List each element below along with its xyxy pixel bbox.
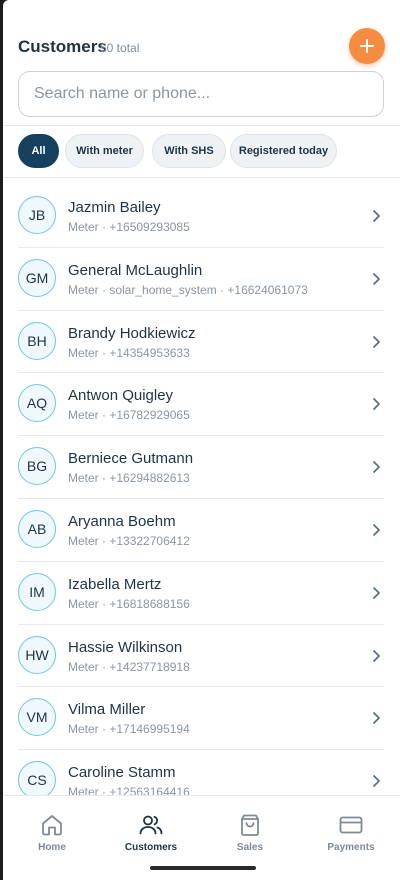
header: Customers 50 total <box>3 0 400 126</box>
avatar: IM <box>18 572 56 611</box>
customer-detail: Meter · +13322706412 <box>68 533 190 548</box>
tab-sales[interactable]: Sales <box>205 812 295 856</box>
filter-chip-with-shs[interactable]: With SHS <box>152 134 226 168</box>
customer-name: Hassie Wilkinson <box>68 638 183 656</box>
customer-detail: Meter · +16509293085 <box>68 220 190 234</box>
customer-name: Berniece Gutmann <box>68 450 194 468</box>
list-item[interactable]: AB Aryanna Boehm Meter · +13322706412 <box>18 499 384 562</box>
customer-list: JB Jazmin Bailey Meter · +16509293085 GM… <box>3 185 400 813</box>
chevron-right-icon <box>373 272 380 285</box>
chevron-right-icon <box>373 775 380 788</box>
chevron-right-icon <box>373 524 380 536</box>
customer-name: General McLaughlin <box>68 261 203 279</box>
chevron-right-icon <box>373 398 380 411</box>
home-icon <box>42 815 62 836</box>
users-icon <box>139 815 163 835</box>
avatar: BG <box>18 447 56 486</box>
customer-name: Caroline Stamm <box>68 764 176 782</box>
chevron-right-icon <box>373 649 380 662</box>
chevron-right-icon <box>373 712 380 725</box>
customer-detail: Meter · +16818688156 <box>68 596 190 611</box>
home-indicator <box>150 866 256 870</box>
tab-label: Customers <box>124 842 178 853</box>
tab-home[interactable]: Home <box>7 812 97 856</box>
list-item[interactable]: VM Vilma Miller Meter · +17146995194 <box>18 687 384 751</box>
tab-label: Sales <box>236 842 264 853</box>
customer-detail: Meter · +14354953633 <box>68 345 190 360</box>
avatar: VM <box>18 698 56 737</box>
avatar: AB <box>18 509 56 548</box>
avatar: CS <box>18 761 56 800</box>
tab-payments[interactable]: Payments <box>306 812 396 856</box>
customers-screen: Customers 50 total All With meter With S… <box>3 0 400 880</box>
filter-chip-all[interactable]: All <box>18 134 59 168</box>
page-title: Customers <box>18 37 107 56</box>
list-item[interactable]: BH Brandy Hodkiewicz Meter · +1435495363… <box>18 311 384 374</box>
list-item[interactable]: BG Berniece Gutmann Meter · +16294882613 <box>18 436 384 499</box>
customer-detail: Meter · +16294882613 <box>68 471 190 486</box>
list-item[interactable]: JB Jazmin Bailey Meter · +16509293085 <box>18 185 384 248</box>
add-customer-button[interactable] <box>349 28 385 64</box>
avatar: HW <box>18 635 56 674</box>
customer-detail: Meter · solar_home_system · +16624061073 <box>68 282 308 297</box>
customer-name: Izabella Mertz <box>68 575 162 593</box>
avatar: AQ <box>18 384 56 423</box>
filter-chip-with-meter[interactable]: With meter <box>65 134 144 168</box>
tab-label: Home <box>38 842 66 853</box>
avatar: BH <box>18 321 56 360</box>
plus-icon <box>360 39 374 53</box>
customer-name: Antwon Quigley <box>68 387 174 405</box>
customer-detail: Meter · +17146995194 <box>68 722 190 737</box>
list-item[interactable]: IM Izabella Mertz Meter · +16818688156 <box>18 562 384 625</box>
chevron-right-icon <box>373 461 380 474</box>
list-item[interactable]: HW Hassie Wilkinson Meter · +14237718918 <box>18 625 384 688</box>
list-item[interactable]: AQ Antwon Quigley Meter · +16782929065 <box>18 373 384 437</box>
customer-detail: Meter · +16782929065 <box>68 408 190 423</box>
search-input[interactable] <box>34 85 383 103</box>
customer-name: Aryanna Boehm <box>68 512 176 530</box>
customer-name: Vilma Miller <box>68 701 146 719</box>
customer-name: Jazmin Bailey <box>68 199 161 216</box>
customer-name: Brandy Hodkiewicz <box>68 324 196 342</box>
chevron-right-icon <box>373 210 380 222</box>
tab-label: Payments <box>327 842 375 853</box>
filter-chips: All With meter With SHS Registered today <box>3 126 400 178</box>
tab-customers[interactable]: Customers <box>106 812 196 856</box>
customer-count: 50 total <box>100 41 140 55</box>
list-item[interactable]: GM General McLaughlin Meter · solar_home… <box>18 248 384 311</box>
credit-card-icon <box>339 816 363 834</box>
avatar: GM <box>18 258 56 297</box>
customer-detail: Meter · +14237718918 <box>68 659 190 674</box>
avatar: JB <box>18 196 56 234</box>
search-box[interactable] <box>18 71 384 117</box>
shopping-bag-icon <box>241 814 259 836</box>
chevron-right-icon <box>373 335 380 348</box>
chevron-right-icon <box>373 586 380 599</box>
filter-chip-registered-today[interactable]: Registered today <box>230 134 337 168</box>
